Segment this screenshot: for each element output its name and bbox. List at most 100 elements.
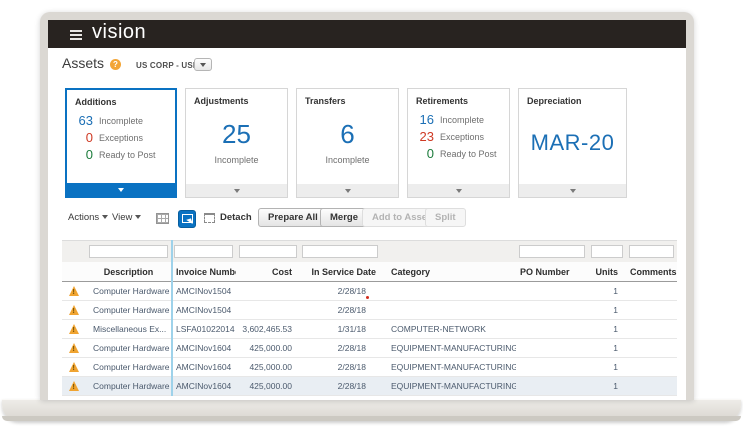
table-row[interactable]: Computer HardwareAMCINov1604425,000.002/… <box>62 339 677 358</box>
cell-date[interactable]: 2/28/18 <box>300 377 386 395</box>
cell-cost[interactable]: 425,000.00 <box>236 377 300 395</box>
cell-date[interactable]: 1/31/18 <box>300 320 386 338</box>
cell-category[interactable]: COMPUTER-NETWORK <box>386 320 516 338</box>
cell-po[interactable] <box>516 358 588 376</box>
cell-comments[interactable] <box>626 282 677 300</box>
cell-units[interactable]: 1 <box>588 301 626 319</box>
cell-po[interactable] <box>516 339 588 357</box>
cell-units[interactable]: 1 <box>588 320 626 338</box>
cell-po[interactable] <box>516 282 588 300</box>
freeze-icon[interactable] <box>156 213 169 224</box>
cell-units[interactable]: 1 <box>588 377 626 395</box>
tile-expander[interactable] <box>408 184 509 197</box>
cell-units[interactable]: 1 <box>588 339 626 357</box>
cell-units[interactable]: 1 <box>588 358 626 376</box>
row-status-cell[interactable] <box>62 339 86 357</box>
cell-description[interactable]: Computer Hardware <box>86 282 171 300</box>
filter-comments-input[interactable] <box>629 245 674 258</box>
tile-expander[interactable] <box>297 184 398 197</box>
cell-invoice[interactable]: AMCINov1604 <box>171 358 236 376</box>
cell-category[interactable] <box>386 282 516 300</box>
col-header-units[interactable]: Units <box>588 262 626 281</box>
row-status-cell[interactable] <box>62 358 86 376</box>
cell-po[interactable] <box>516 301 588 319</box>
cell-invoice[interactable]: AMCINov1604 <box>171 377 236 395</box>
cell-comments[interactable] <box>626 320 677 338</box>
cell-category[interactable]: EQUIPMENT-MANUFACTURING <box>386 339 516 357</box>
cell-units[interactable]: 1 <box>588 282 626 300</box>
table-row[interactable]: Computer HardwareAMCINov1504 2/28/18 1 <box>62 301 677 320</box>
cell-description[interactable]: Miscellaneous Ex... <box>86 320 171 338</box>
cell-cost[interactable] <box>236 301 300 319</box>
filter-units-input[interactable] <box>591 245 623 258</box>
col-header-description[interactable]: Description <box>86 262 171 281</box>
cell-date[interactable]: 2/28/18 <box>300 301 386 319</box>
prepare-all-button[interactable]: Prepare All <box>258 208 328 227</box>
detach-icon[interactable] <box>204 213 215 223</box>
col-header-cost[interactable]: Cost <box>236 262 300 281</box>
col-header-category[interactable]: Category <box>386 262 516 281</box>
cell-comments[interactable] <box>626 301 677 319</box>
cell-invoice[interactable]: AMCINov1504 <box>171 301 236 319</box>
cell-invoice[interactable]: LSFA01022014 <box>171 320 236 338</box>
cell-description[interactable]: Computer Hardware <box>86 377 171 395</box>
cell-po[interactable] <box>516 320 588 338</box>
cell-comments[interactable] <box>626 358 677 376</box>
frozen-column-divider[interactable] <box>171 240 173 396</box>
row-status-cell[interactable] <box>62 320 86 338</box>
tile-retirements[interactable]: Retirements 16Incomplete 23Exceptions 0R… <box>407 88 510 198</box>
cell-category[interactable]: EQUIPMENT-MANUFACTURING <box>386 377 516 395</box>
filter-cost-input[interactable] <box>239 245 297 258</box>
cell-category[interactable]: EQUIPMENT-MANUFACTURING <box>386 358 516 376</box>
stat-ready-to-post: 0Ready to Post <box>408 145 509 162</box>
cell-cost[interactable]: 425,000.00 <box>236 358 300 376</box>
cell-cost[interactable]: 425,000.00 <box>236 339 300 357</box>
row-status-cell[interactable] <box>62 282 86 300</box>
cell-description[interactable]: Computer Hardware <box>86 301 171 319</box>
warning-icon <box>69 381 80 391</box>
table-row[interactable]: Miscellaneous Ex...LSFA010220143,602,465… <box>62 320 677 339</box>
view-menu[interactable]: View <box>112 212 141 223</box>
table-row[interactable]: Computer HardwareAMCINov1504 2/28/18 1 <box>62 282 677 301</box>
detach-button[interactable]: Detach <box>220 212 252 223</box>
tile-expander[interactable] <box>519 184 626 197</box>
table-row[interactable]: Computer HardwareAMCINov1604425,000.002/… <box>62 358 677 377</box>
cell-date[interactable]: 2/28/18 <box>300 339 386 357</box>
col-header-comments[interactable]: Comments <box>626 262 677 281</box>
hamburger-menu-icon[interactable] <box>70 30 82 39</box>
row-status-cell[interactable] <box>62 377 86 395</box>
query-by-example-icon[interactable] <box>178 210 196 228</box>
tile-adjustments[interactable]: Adjustments 25 Incomplete <box>185 88 288 198</box>
chevron-down-icon <box>135 215 141 219</box>
col-header-po[interactable]: PO Number <box>516 262 588 281</box>
help-icon[interactable]: ? <box>110 59 121 70</box>
cell-comments[interactable] <box>626 339 677 357</box>
cell-date[interactable]: 2/28/18 <box>300 358 386 376</box>
cell-po[interactable] <box>516 377 588 395</box>
filter-po-input[interactable] <box>519 245 585 258</box>
tile-expander[interactable] <box>67 183 175 196</box>
filter-invoice-input[interactable] <box>174 245 233 258</box>
ledger-dropdown-button[interactable] <box>194 58 212 71</box>
cell-invoice[interactable]: AMCINov1504 <box>171 282 236 300</box>
cell-comments[interactable] <box>626 377 677 395</box>
cell-category[interactable] <box>386 301 516 319</box>
cell-description[interactable]: Computer Hardware <box>86 358 171 376</box>
table-row[interactable]: Computer HardwareAMCINov1604425,000.002/… <box>62 377 677 396</box>
tile-additions[interactable]: Additions 63Incomplete 0Exceptions 0Read… <box>65 88 177 198</box>
tile-expander[interactable] <box>186 184 287 197</box>
cell-invoice[interactable]: AMCINov1604 <box>171 339 236 357</box>
col-header-invoice[interactable]: Invoice Number <box>171 262 236 281</box>
filter-description-input[interactable] <box>89 245 168 258</box>
cell-date[interactable]: 2/28/18 <box>300 282 386 300</box>
cell-cost[interactable] <box>236 282 300 300</box>
col-header-date[interactable]: In Service Date <box>300 262 386 281</box>
merge-button[interactable]: Merge <box>320 208 368 227</box>
row-status-cell[interactable] <box>62 301 86 319</box>
tile-transfers[interactable]: Transfers 6 Incomplete <box>296 88 399 198</box>
filter-date-input[interactable] <box>302 245 378 258</box>
cell-cost[interactable]: 3,602,465.53 <box>236 320 300 338</box>
tile-depreciation[interactable]: Depreciation MAR-20 <box>518 88 627 198</box>
cell-description[interactable]: Computer Hardware <box>86 339 171 357</box>
actions-menu[interactable]: Actions <box>68 212 108 223</box>
